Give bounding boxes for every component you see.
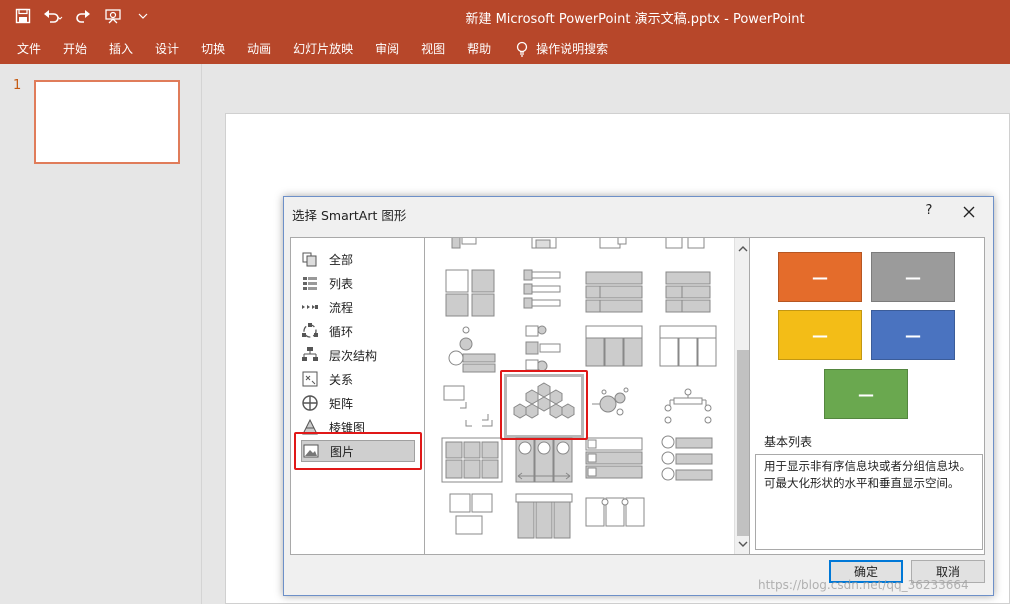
tab-help[interactable]: 帮助 bbox=[456, 40, 502, 58]
preview-shape: — bbox=[871, 252, 955, 302]
tab-view[interactable]: 视图 bbox=[410, 40, 456, 58]
slide-thumbnail[interactable] bbox=[34, 80, 180, 164]
tell-me-label: 操作说明搜索 bbox=[536, 42, 609, 56]
process-layout-icon bbox=[302, 305, 318, 309]
category-label: 关系 bbox=[329, 372, 354, 387]
category-label: 循环 bbox=[329, 324, 354, 339]
matrix-layout-icon bbox=[302, 395, 318, 411]
layout-thumbnail[interactable] bbox=[508, 490, 580, 548]
layout-preview: — — — — — 基本列表 用于显示非有序信息块或者分组信息块。可最大化形状的… bbox=[752, 238, 985, 554]
layout-thumbnail[interactable] bbox=[652, 434, 724, 492]
category-all[interactable]: 全部 bbox=[301, 248, 415, 270]
smartart-dialog: 选择 SmartArt 图形 ? 全部 列表 流程 循环 层次结构 关系 矩阵 … bbox=[283, 196, 994, 596]
preview-description: 用于显示非有序信息块或者分组信息块。可最大化形状的水平和垂直显示空间。 bbox=[755, 454, 983, 550]
tell-me-search[interactable]: 操作说明搜索 bbox=[502, 40, 619, 58]
preview-shape: — bbox=[824, 369, 908, 419]
category-label: 全部 bbox=[329, 252, 354, 267]
help-button[interactable]: ? bbox=[920, 203, 938, 218]
category-list: 全部 列表 流程 循环 层次结构 关系 矩阵 棱锥图 图片 bbox=[291, 238, 425, 554]
scrollbar-thumb[interactable] bbox=[737, 350, 749, 536]
slide-number: 1 bbox=[13, 78, 22, 93]
category-relationship[interactable]: 关系 bbox=[301, 368, 415, 390]
category-label: 矩阵 bbox=[329, 396, 354, 411]
tab-home[interactable]: 开始 bbox=[52, 40, 98, 58]
category-label: 流程 bbox=[329, 300, 354, 315]
dialog-body: 全部 列表 流程 循环 层次结构 关系 矩阵 棱锥图 图片 — — — — — … bbox=[290, 237, 985, 555]
layout-thumbnail[interactable] bbox=[652, 322, 724, 380]
preview-layout-name: 基本列表 bbox=[764, 435, 813, 449]
layout-thumbnail[interactable] bbox=[508, 264, 580, 322]
category-label: 层次结构 bbox=[329, 348, 378, 363]
layout-thumbnail[interactable] bbox=[436, 490, 508, 548]
layout-thumbnail[interactable] bbox=[436, 434, 508, 492]
ribbon: 文件 开始 插入 设计 切换 动画 幻灯片放映 审阅 视图 帮助 操作说明搜索 bbox=[0, 32, 1010, 64]
category-matrix[interactable]: 矩阵 bbox=[301, 392, 415, 414]
all-layouts-icon bbox=[302, 252, 317, 267]
layout-thumbnail[interactable] bbox=[436, 380, 508, 438]
layout-thumbnail[interactable] bbox=[580, 490, 652, 548]
preview-shape: — bbox=[871, 310, 955, 360]
layout-thumbnail[interactable] bbox=[436, 322, 508, 380]
title-bar: 新建 Microsoft PowerPoint 演示文稿.pptx - Powe… bbox=[0, 0, 1010, 32]
layout-thumbnail[interactable] bbox=[508, 434, 580, 492]
tab-file[interactable]: 文件 bbox=[6, 40, 52, 58]
highlight-box bbox=[500, 370, 588, 440]
layout-thumbnail[interactable] bbox=[436, 264, 508, 322]
relationship-layout-icon bbox=[302, 371, 318, 387]
lightbulb-icon bbox=[517, 41, 528, 57]
layout-thumbnail[interactable] bbox=[580, 322, 652, 380]
highlight-box bbox=[294, 432, 422, 470]
category-cycle[interactable]: 循环 bbox=[301, 320, 415, 342]
preview-shape: — bbox=[778, 252, 862, 302]
scroll-up-icon[interactable] bbox=[737, 243, 749, 255]
watermark: https://blog.csdn.net/qq_36233664 bbox=[758, 578, 969, 592]
layout-thumbnail[interactable] bbox=[580, 434, 652, 492]
tab-review[interactable]: 审阅 bbox=[364, 40, 410, 58]
tab-transitions[interactable]: 切换 bbox=[190, 40, 236, 58]
tab-slideshow[interactable]: 幻灯片放映 bbox=[282, 40, 364, 58]
slide-thumbnail-pane: 1 bbox=[0, 64, 202, 604]
category-label: 列表 bbox=[329, 276, 354, 291]
category-process[interactable]: 流程 bbox=[301, 296, 415, 318]
tab-insert[interactable]: 插入 bbox=[98, 40, 144, 58]
category-list-item[interactable]: 列表 bbox=[301, 272, 415, 294]
category-hierarchy[interactable]: 层次结构 bbox=[301, 344, 415, 366]
scroll-down-icon[interactable] bbox=[737, 538, 749, 550]
preview-shape: — bbox=[778, 310, 862, 360]
gallery-scrollbar[interactable] bbox=[734, 238, 750, 554]
window-title: 新建 Microsoft PowerPoint 演示文稿.pptx - Powe… bbox=[465, 12, 805, 27]
tab-animations[interactable]: 动画 bbox=[236, 40, 282, 58]
layout-thumbnail[interactable] bbox=[652, 264, 724, 322]
tab-design[interactable]: 设计 bbox=[144, 40, 190, 58]
layout-thumbnail[interactable] bbox=[652, 380, 724, 438]
list-layout-icon bbox=[303, 277, 317, 290]
layout-gallery bbox=[426, 238, 734, 554]
dialog-title: 选择 SmartArt 图形 bbox=[292, 208, 407, 223]
layout-thumbnail[interactable] bbox=[580, 264, 652, 322]
close-icon[interactable] bbox=[960, 203, 978, 221]
hierarchy-layout-icon bbox=[302, 347, 318, 361]
layout-thumbnail[interactable] bbox=[580, 380, 652, 438]
cycle-layout-icon bbox=[302, 323, 318, 338]
